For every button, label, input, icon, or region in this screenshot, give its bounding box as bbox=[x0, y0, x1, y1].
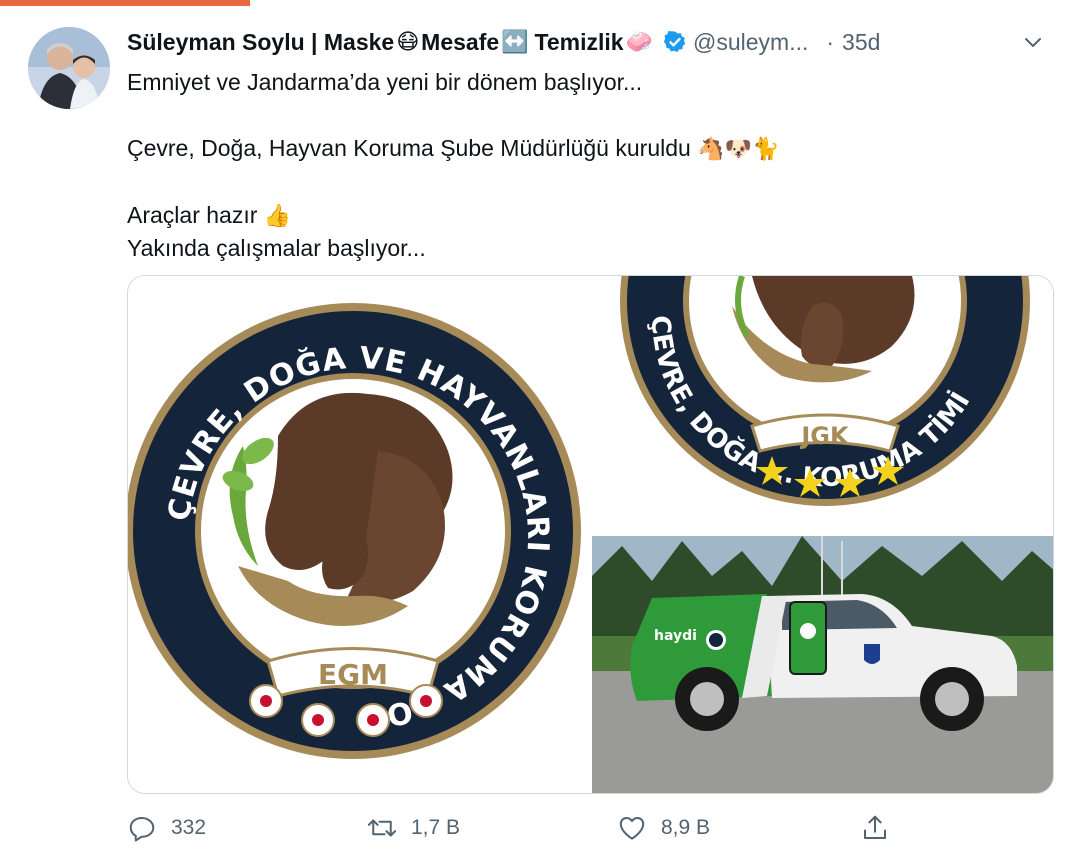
display-name-part-2: Mesafe bbox=[421, 28, 500, 55]
vehicle-photo[interactable]: haydi bbox=[592, 536, 1053, 793]
soap-emoji: 🧼 bbox=[625, 29, 653, 54]
reply-count: 332 bbox=[171, 816, 207, 839]
share-icon bbox=[864, 815, 886, 839]
mask-emoji: 😷 bbox=[396, 29, 420, 54]
egm-logo-image[interactable]: EGM ÇEVRE, DOĞA VE HAYVANLARI KORUMA POL… bbox=[128, 276, 590, 793]
retweet-button[interactable]: 1,7 B bbox=[367, 808, 460, 848]
display-name-part-3: Temizlik bbox=[534, 28, 624, 55]
tweet-line-4: Yakında çalışmalar başlıyor... bbox=[127, 235, 426, 261]
like-button[interactable]: 8,9 B bbox=[617, 808, 710, 848]
retweet-icon bbox=[367, 819, 397, 837]
jgk-badge-text: JGK bbox=[799, 422, 850, 450]
share-button[interactable] bbox=[860, 808, 904, 848]
display-name[interactable]: Süleyman Soylu | Maske 😷 Mesafe ↔️ Temiz… bbox=[127, 29, 655, 56]
tweet-line-2: Çevre, Doğa, Hayvan Koruma Şube Müdürlüğ… bbox=[127, 132, 1027, 165]
vehicle-brand-text: haydi bbox=[654, 628, 697, 644]
tweet-actions: 332 1,7 B 8,9 B bbox=[127, 808, 1027, 848]
top-accent-bar bbox=[0, 0, 250, 6]
tweet-line-3-text: Araçlar hazır bbox=[127, 202, 258, 228]
user-handle[interactable]: @suleym... bbox=[693, 29, 808, 56]
tweet-line-1: Emniyet ve Jandarma’da yeni bir dönem ba… bbox=[127, 69, 643, 95]
verified-badge-icon bbox=[663, 30, 687, 54]
separator-dot: · bbox=[826, 28, 835, 55]
egm-badge-text: EGM bbox=[318, 658, 388, 691]
tweet-line-3: Araçlar hazır 👍 bbox=[127, 199, 1027, 232]
left-right-arrow-emoji: ↔️ bbox=[501, 29, 529, 54]
tweet-header: Süleyman Soylu | Maske 😷 Mesafe ↔️ Temiz… bbox=[127, 25, 1052, 59]
tweet-text: Emniyet ve Jandarma’da yeni bir dönem ba… bbox=[127, 66, 1027, 264]
animal-emojis: 🐴🐶🐈 bbox=[697, 136, 780, 161]
tweet-line-2-text: Çevre, Doğa, Hayvan Koruma Şube Müdürlüğ… bbox=[127, 135, 691, 161]
reply-icon bbox=[129, 817, 155, 842]
heart-icon bbox=[619, 817, 645, 840]
thumbs-up-emoji: 👍 bbox=[263, 203, 292, 228]
reply-button[interactable]: 332 bbox=[127, 808, 206, 848]
avatar[interactable] bbox=[28, 27, 110, 109]
chevron-down-icon[interactable] bbox=[1022, 31, 1044, 53]
retweet-count: 1,7 B bbox=[411, 816, 461, 839]
display-name-part-1: Süleyman Soylu | Maske bbox=[127, 28, 395, 55]
like-count: 8,9 B bbox=[661, 816, 711, 839]
jgk-logo-image[interactable]: JGK ÇEVRE, DOĞA ... KORUMA TİMİ bbox=[592, 276, 1053, 534]
media-grid: EGM ÇEVRE, DOĞA VE HAYVANLARI KORUMA POL… bbox=[127, 275, 1054, 794]
tweet-time[interactable]: 35d bbox=[842, 29, 880, 56]
